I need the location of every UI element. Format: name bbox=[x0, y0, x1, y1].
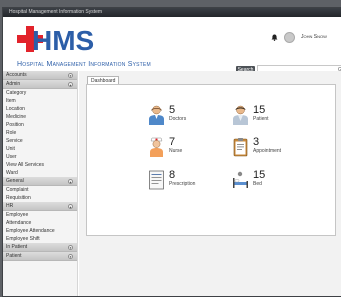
chevron-up-icon[interactable]: ▴ bbox=[68, 81, 73, 87]
sidebar-group-general[interactable]: General ▴ bbox=[3, 177, 77, 186]
sidebar-group-in-patient[interactable]: In Patient ▾ bbox=[3, 243, 77, 252]
sidebar-group-label: General bbox=[6, 178, 24, 184]
user-name[interactable]: John Snow bbox=[301, 34, 327, 40]
main-content: Dashboard 5 Doctors 15 Patient 7 Nurse 3… bbox=[79, 71, 341, 296]
sidebar-item-employee-shift[interactable]: Employee Shift bbox=[3, 235, 77, 243]
sidebar-item-medicine[interactable]: Medicine bbox=[3, 113, 77, 121]
sidebar-group-hr[interactable]: HR ▴ bbox=[3, 202, 77, 211]
bed-icon bbox=[233, 171, 248, 188]
stat-appointment[interactable]: 3 Appointment bbox=[232, 136, 312, 161]
app-window: Hospital Management Information System H… bbox=[2, 7, 341, 297]
stat-value: 15 bbox=[253, 104, 266, 116]
app-subtitle: Hospital Management Information System bbox=[17, 61, 151, 68]
sidebar-item-category[interactable]: Category bbox=[3, 89, 77, 97]
user-area[interactable]: John Snow bbox=[271, 31, 327, 43]
appointment-icon bbox=[233, 138, 248, 157]
chevron-down-icon[interactable]: ▾ bbox=[68, 253, 73, 259]
hms-logo: HMS bbox=[17, 25, 94, 55]
stat-patient[interactable]: 15 Patient bbox=[232, 104, 312, 129]
stat-value: 5 bbox=[169, 104, 176, 116]
prescription-icon bbox=[149, 170, 164, 190]
sidebar-group-accounts[interactable]: Accounts ▾ bbox=[3, 71, 77, 80]
app-header: HMS Hospital Management Information Syst… bbox=[3, 17, 341, 75]
sidebar-item-employee-attendance[interactable]: Employee Attendance bbox=[3, 227, 77, 235]
sidebar-group-patient[interactable]: Patient ▾ bbox=[3, 252, 77, 261]
stat-value: 7 bbox=[169, 136, 176, 148]
stat-bed[interactable]: 15 Bed bbox=[232, 169, 312, 194]
sidebar-group-admin[interactable]: Admin ▴ bbox=[3, 80, 77, 89]
sidebar-group-label: In Patient bbox=[6, 244, 28, 250]
sidebar-item-view-all-services[interactable]: View All Services bbox=[3, 161, 77, 169]
stat-value: 8 bbox=[169, 169, 176, 181]
stat-label: Prescription bbox=[169, 181, 196, 187]
sidebar-item-unit[interactable]: Unit bbox=[3, 145, 77, 153]
stat-label: Appointment bbox=[253, 148, 282, 154]
sidebar-item-attendance[interactable]: Attendance bbox=[3, 219, 77, 227]
stat-value: 15 bbox=[253, 169, 266, 181]
chevron-down-icon[interactable]: ▾ bbox=[68, 72, 73, 78]
nurse-icon bbox=[150, 137, 163, 157]
patient-icon bbox=[233, 105, 248, 125]
stat-prescription[interactable]: 8 Prescription bbox=[148, 169, 228, 194]
avatar[interactable] bbox=[284, 31, 295, 43]
window-titlebar: Hospital Management Information System bbox=[3, 8, 341, 17]
stat-label: Bed bbox=[253, 181, 262, 187]
stat-label: Nurse bbox=[169, 148, 183, 154]
sidebar-item-ward[interactable]: Ward bbox=[3, 169, 77, 177]
sidebar-item-employee[interactable]: Employee bbox=[3, 211, 77, 219]
doctor-icon bbox=[149, 105, 164, 125]
sidebar-item-service[interactable]: Service bbox=[3, 137, 77, 145]
chevron-up-icon[interactable]: ▴ bbox=[68, 178, 73, 184]
sidebar-item-location[interactable]: Location bbox=[3, 105, 77, 113]
stat-value: 3 bbox=[253, 136, 260, 148]
bell-icon[interactable] bbox=[271, 33, 278, 41]
sidebar-item-role[interactable]: Role bbox=[3, 129, 77, 137]
stat-nurse[interactable]: 7 Nurse bbox=[148, 136, 228, 161]
stat-doctors[interactable]: 5 Doctors bbox=[148, 104, 228, 129]
sidebar-item-requisition[interactable]: Requisition bbox=[3, 194, 77, 202]
sidebar-group-label: Accounts bbox=[6, 72, 27, 78]
chevron-up-icon[interactable]: ▴ bbox=[68, 203, 73, 209]
sidebar-item-complaint[interactable]: Complaint bbox=[3, 186, 77, 194]
sidebar-item-user[interactable]: User bbox=[3, 153, 77, 161]
chevron-down-icon[interactable]: ▾ bbox=[68, 244, 73, 250]
svg-text:HMS: HMS bbox=[32, 25, 94, 55]
sidebar-group-label: Admin bbox=[6, 81, 21, 87]
sidebar-group-label: Patient bbox=[6, 253, 22, 259]
dashboard-panel: 5 Doctors 15 Patient 7 Nurse 3 Appointme… bbox=[86, 84, 336, 236]
sidebar: Accounts ▾ Admin ▴ Category Item Location … bbox=[3, 71, 78, 296]
sidebar-item-item[interactable]: Item bbox=[3, 97, 77, 105]
sidebar-item-position[interactable]: Position bbox=[3, 121, 77, 129]
stat-label: Patient bbox=[253, 116, 269, 122]
stat-label: Doctors bbox=[169, 116, 187, 122]
sidebar-group-label: HR bbox=[6, 203, 14, 209]
